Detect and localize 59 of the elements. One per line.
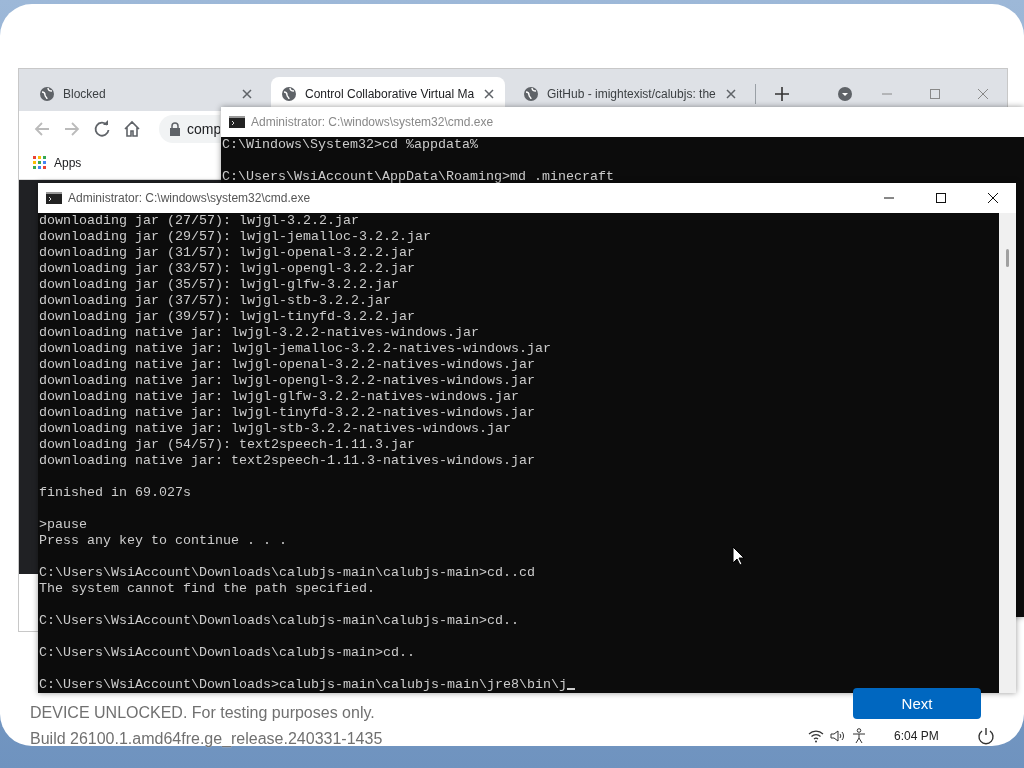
- console-line: downloading jar (29/57): lwjgl-jemalloc-3.2.2.jar: [39, 229, 432, 245]
- address-bar[interactable]: comp: [159, 114, 220, 143]
- close-tab-icon[interactable]: [241, 88, 253, 100]
- console-line: C:\Windows\System32>cd %appdata%: [222, 137, 479, 153]
- caret-icon: [837, 86, 853, 102]
- clock-text: 6:04 PM: [894, 729, 939, 743]
- apps-bookmark[interactable]: Apps: [33, 155, 82, 170]
- console-line: downloading native jar: lwjgl-openal-3.2.2-natives-windows.jar: [39, 357, 536, 373]
- console-line: downloading jar (27/57): lwjgl-3.2.2.jar: [39, 213, 360, 229]
- close-icon: [987, 192, 999, 204]
- close-icon: [976, 87, 990, 101]
- title-bar: Administrator: C:\windows\system32\cmd.exe: [38, 183, 1016, 213]
- console-line: Press any key to continue . . .: [39, 533, 288, 549]
- console-line: downloading jar (35/57): lwjgl-glfw-3.2.2.jar: [39, 277, 400, 293]
- maximize-icon: [935, 192, 947, 204]
- console-line: C:\Users\WsiAccount\Downloads\calubjs-main>cd..: [39, 645, 416, 661]
- globe-icon: [523, 86, 539, 102]
- next-button[interactable]: Next: [853, 688, 981, 719]
- console-line: downloading jar (37/57): lwjgl-stb-3.2.2.jar: [39, 293, 392, 309]
- title-bar: Administrator: C:\windows\system32\cmd.exe: [221, 107, 1024, 137]
- console-line: downloading native jar: lwjgl-jemalloc-3.2.2-natives-windows.jar: [39, 341, 552, 357]
- close-tab-icon[interactable]: [725, 88, 737, 100]
- console-line: The system cannot find the path specified.: [39, 581, 376, 597]
- accessibility-icon[interactable]: [852, 728, 866, 744]
- console-icon: [46, 192, 62, 204]
- wifi-icon[interactable]: [808, 729, 824, 743]
- text-cursor: [566, 688, 575, 690]
- console-line: C:\Users\WsiAccount\Downloads\calubjs-main\calubjs-main>cd..: [39, 613, 520, 629]
- globe-icon: [281, 86, 297, 102]
- console-line: downloading native jar: lwjgl-3.2.2-natives-windows.jar: [39, 325, 480, 341]
- close-tab-icon[interactable]: [483, 88, 495, 100]
- console-line: downloading jar (39/57): lwjgl-tinyfd-3.2.2.jar: [39, 309, 416, 325]
- console-icon: [229, 116, 245, 128]
- plus-icon: [775, 87, 789, 101]
- lock-icon: [169, 121, 181, 136]
- console-line: downloading native jar: lwjgl-stb-3.2.2-natives-windows.jar: [39, 421, 512, 437]
- console-line: downloading jar (54/57): text2speech-1.11.3.jar: [39, 437, 416, 453]
- maximize-icon: [928, 87, 942, 101]
- console-line: downloading native jar: lwjgl-opengl-3.2.2-natives-windows.jar: [39, 373, 536, 389]
- mouse-pointer-icon: [732, 546, 746, 566]
- apps-grid-icon: [33, 156, 46, 169]
- scrollbar-thumb[interactable]: [1006, 249, 1009, 267]
- console-line: >pause: [39, 517, 88, 533]
- console-line: downloading jar (31/57): lwjgl-openal-3.2.2.jar: [39, 245, 416, 261]
- power-icon[interactable]: [976, 726, 996, 746]
- console-line: downloading jar (33/57): lwjgl-opengl-3.2.2.jar: [39, 261, 416, 277]
- console-line: finished in 69.027s: [39, 485, 192, 501]
- console-line: C:\Users\WsiAccount\AppData\Roaming>md .minecraft: [222, 169, 615, 185]
- scrollbar[interactable]: [999, 213, 1016, 693]
- reload-icon[interactable]: [93, 119, 111, 138]
- watermark-text: DEVICE UNLOCKED. For testing purposes only.: [30, 703, 376, 723]
- watermark-text: Build 26100.1.amd64fre.ge_release.240331-1435: [30, 729, 383, 749]
- home-icon[interactable]: [123, 119, 141, 138]
- console-line: downloading native jar: text2speech-1.11.3-natives-windows.jar: [39, 453, 536, 469]
- console-line: C:\Users\WsiAccount\Downloads\calubjs-main\calubjs-main>cd..cd: [39, 565, 536, 581]
- speaker-icon[interactable]: [830, 729, 846, 743]
- console-line: downloading native jar: lwjgl-glfw-3.2.2-natives-windows.jar: [39, 389, 520, 405]
- globe-icon: [39, 86, 55, 102]
- console-line: downloading native jar: lwjgl-tinyfd-3.2.2-natives-windows.jar: [39, 405, 536, 421]
